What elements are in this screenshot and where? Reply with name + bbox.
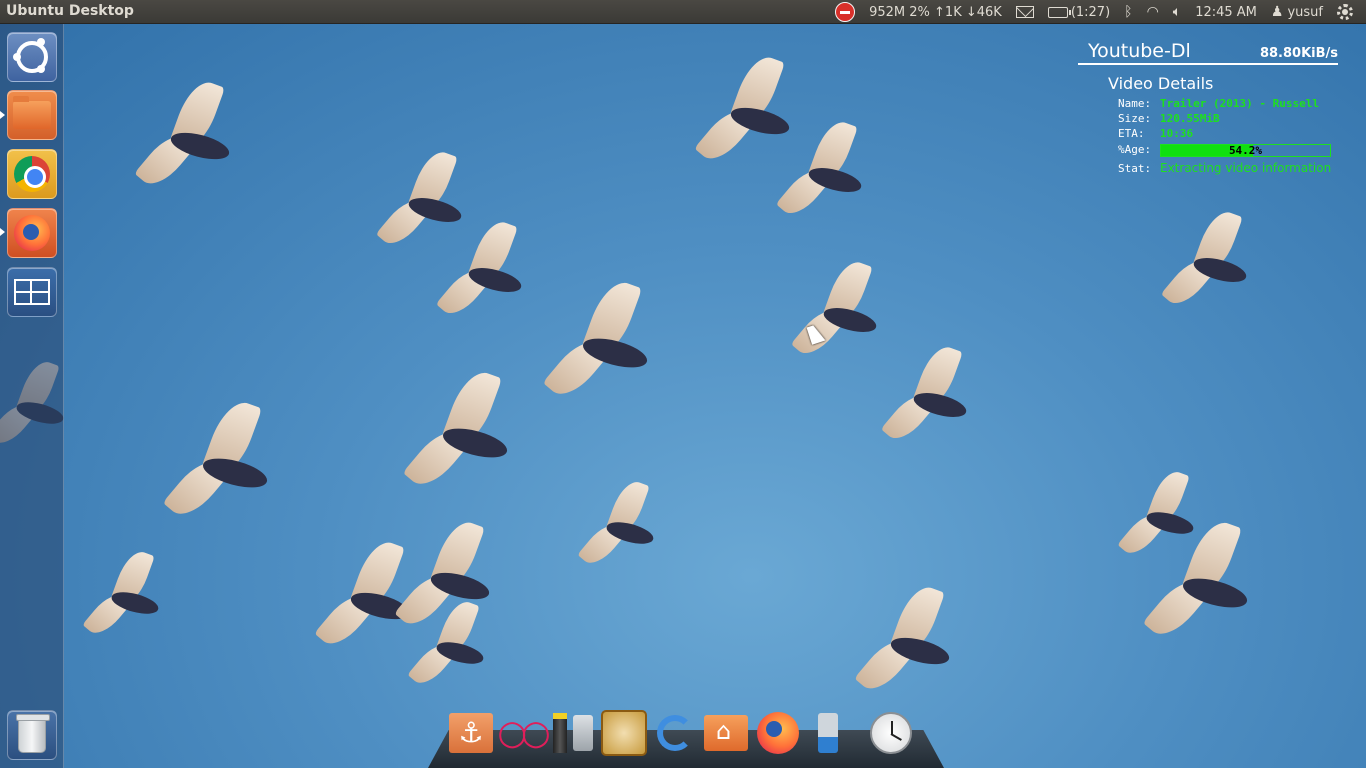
bird-decoration: [1160, 206, 1274, 318]
user-indicator[interactable]: ♟ yusuf: [1264, 0, 1330, 24]
clock-indicator[interactable]: 12:45 AM: [1188, 0, 1264, 24]
user-name: yusuf: [1287, 4, 1323, 20]
status-label: Stat:: [1118, 162, 1152, 175]
bird-decoration: [402, 365, 541, 502]
stop-indicator[interactable]: [828, 0, 862, 24]
battery-icon: [1047, 6, 1071, 18]
bird-decoration: [880, 341, 994, 453]
download-speed: 88.80KiB/s: [1259, 46, 1338, 61]
progress-text: 54.2%: [1228, 143, 1263, 157]
dock-rings[interactable]: ○○: [497, 710, 550, 756]
firefox-icon: [14, 215, 50, 251]
bird-decoration: [1142, 515, 1281, 652]
launcher-trash-button[interactable]: [7, 710, 57, 760]
workspace-icon: [14, 279, 50, 305]
quran-icon: [601, 710, 647, 756]
messaging-indicator[interactable]: [1009, 0, 1041, 24]
bird-decoration: [775, 116, 889, 228]
launcher: [0, 24, 64, 768]
bluetooth-icon: ᛒ: [1124, 4, 1133, 20]
dock-plug[interactable]: [570, 710, 596, 756]
window-title: Ubuntu Desktop: [6, 3, 134, 19]
wifi-indicator[interactable]: ◠: [1140, 0, 1166, 24]
name-label: Name:: [1118, 97, 1152, 110]
dock-clock[interactable]: [868, 710, 914, 756]
folder-icon: [13, 96, 51, 129]
dock-reload[interactable]: [652, 710, 698, 756]
plug-icon: [573, 715, 593, 751]
widget-subtitle: Video Details: [1108, 74, 1214, 93]
dock-lamp[interactable]: [813, 710, 843, 756]
launcher-files-button[interactable]: [7, 90, 57, 140]
dock-quran[interactable]: [601, 710, 647, 756]
system-monitor[interactable]: 952M 2% ↑1K ↓46K: [862, 0, 1009, 24]
size-value: 120.55MiB: [1160, 112, 1220, 125]
bird-decoration: [542, 275, 681, 412]
bird-decoration: [790, 256, 904, 368]
eta-label: ETA:: [1118, 127, 1145, 140]
reload-icon: [657, 715, 693, 751]
status-value: Extracting video information: [1160, 161, 1332, 175]
trash-icon: [16, 714, 50, 753]
bird-decoration: [82, 547, 183, 646]
battery-indicator[interactable]: (1:27): [1041, 0, 1117, 24]
rings-icon: ○○: [497, 713, 550, 753]
bird-decoration: [854, 581, 980, 705]
dock: ⚓ ○○: [428, 708, 944, 768]
dock-anchor[interactable]: ⚓: [448, 710, 494, 756]
dock-firefox[interactable]: [755, 710, 801, 756]
ubuntu-logo-icon: [13, 38, 48, 73]
name-value: Trailer (2013) - Russell: [1160, 97, 1319, 110]
eta-row: ETA: 10:36: [1118, 127, 1193, 141]
sound-indicator[interactable]: 🔈︎: [1166, 0, 1188, 24]
indicator-area: 952M 2% ↑1K ↓46K (1:27) ᛒ ◠ 🔈︎ 12:45 AM …: [828, 0, 1360, 24]
eta-value: 10:36: [1160, 127, 1194, 140]
percent-label: %Age:: [1118, 143, 1152, 156]
session-indicator[interactable]: [1330, 0, 1360, 24]
size-row: Size: 120.55MiB: [1118, 112, 1220, 126]
bird-decoration: [162, 395, 301, 532]
battery-icon: [553, 713, 567, 753]
stop-icon: [835, 2, 856, 22]
dock-home-folder[interactable]: [703, 710, 749, 756]
launcher-workspace-switcher[interactable]: [7, 267, 57, 317]
top-panel: Ubuntu Desktop 952M 2% ↑1K ↓46K (1:27) ᛒ…: [0, 0, 1366, 24]
user-icon: ♟: [1270, 4, 1284, 20]
widget-title: Youtube-Dl: [1088, 40, 1191, 62]
anchor-icon: ⚓: [449, 713, 493, 753]
status-row: Stat: Extracting video information: [1118, 161, 1331, 175]
dock-battery[interactable]: [550, 710, 570, 756]
mail-icon: [1015, 6, 1034, 18]
running-indicator: [0, 228, 5, 236]
widget-divider: [1078, 63, 1338, 65]
size-label: Size:: [1118, 112, 1152, 125]
launcher-dash-button[interactable]: [7, 32, 57, 82]
battery-time: (1:27): [1070, 4, 1111, 20]
clock-icon: [870, 712, 912, 754]
lamp-icon: [818, 713, 838, 753]
launcher-chrome-button[interactable]: [7, 149, 57, 199]
percent-row: %Age: 54.2%: [1118, 143, 1331, 157]
progress-bar: 54.2%: [1160, 143, 1331, 157]
name-row: Name: Trailer (2013) - Russell: [1118, 97, 1319, 111]
firefox-icon: [757, 712, 799, 754]
bird-decoration: [407, 597, 508, 696]
wifi-icon: ◠: [1146, 4, 1159, 20]
bird-decoration: [577, 477, 678, 576]
speaker-icon: 🔈︎: [1172, 4, 1182, 20]
bluetooth-indicator[interactable]: ᛒ: [1117, 0, 1139, 24]
running-indicator: [0, 111, 5, 119]
home-folder-icon: [704, 715, 748, 751]
chrome-icon: [14, 156, 50, 192]
bird-decoration: [435, 216, 549, 328]
launcher-firefox-button[interactable]: [7, 208, 57, 258]
bird-decoration: [134, 76, 260, 200]
gear-icon: [1337, 4, 1353, 20]
